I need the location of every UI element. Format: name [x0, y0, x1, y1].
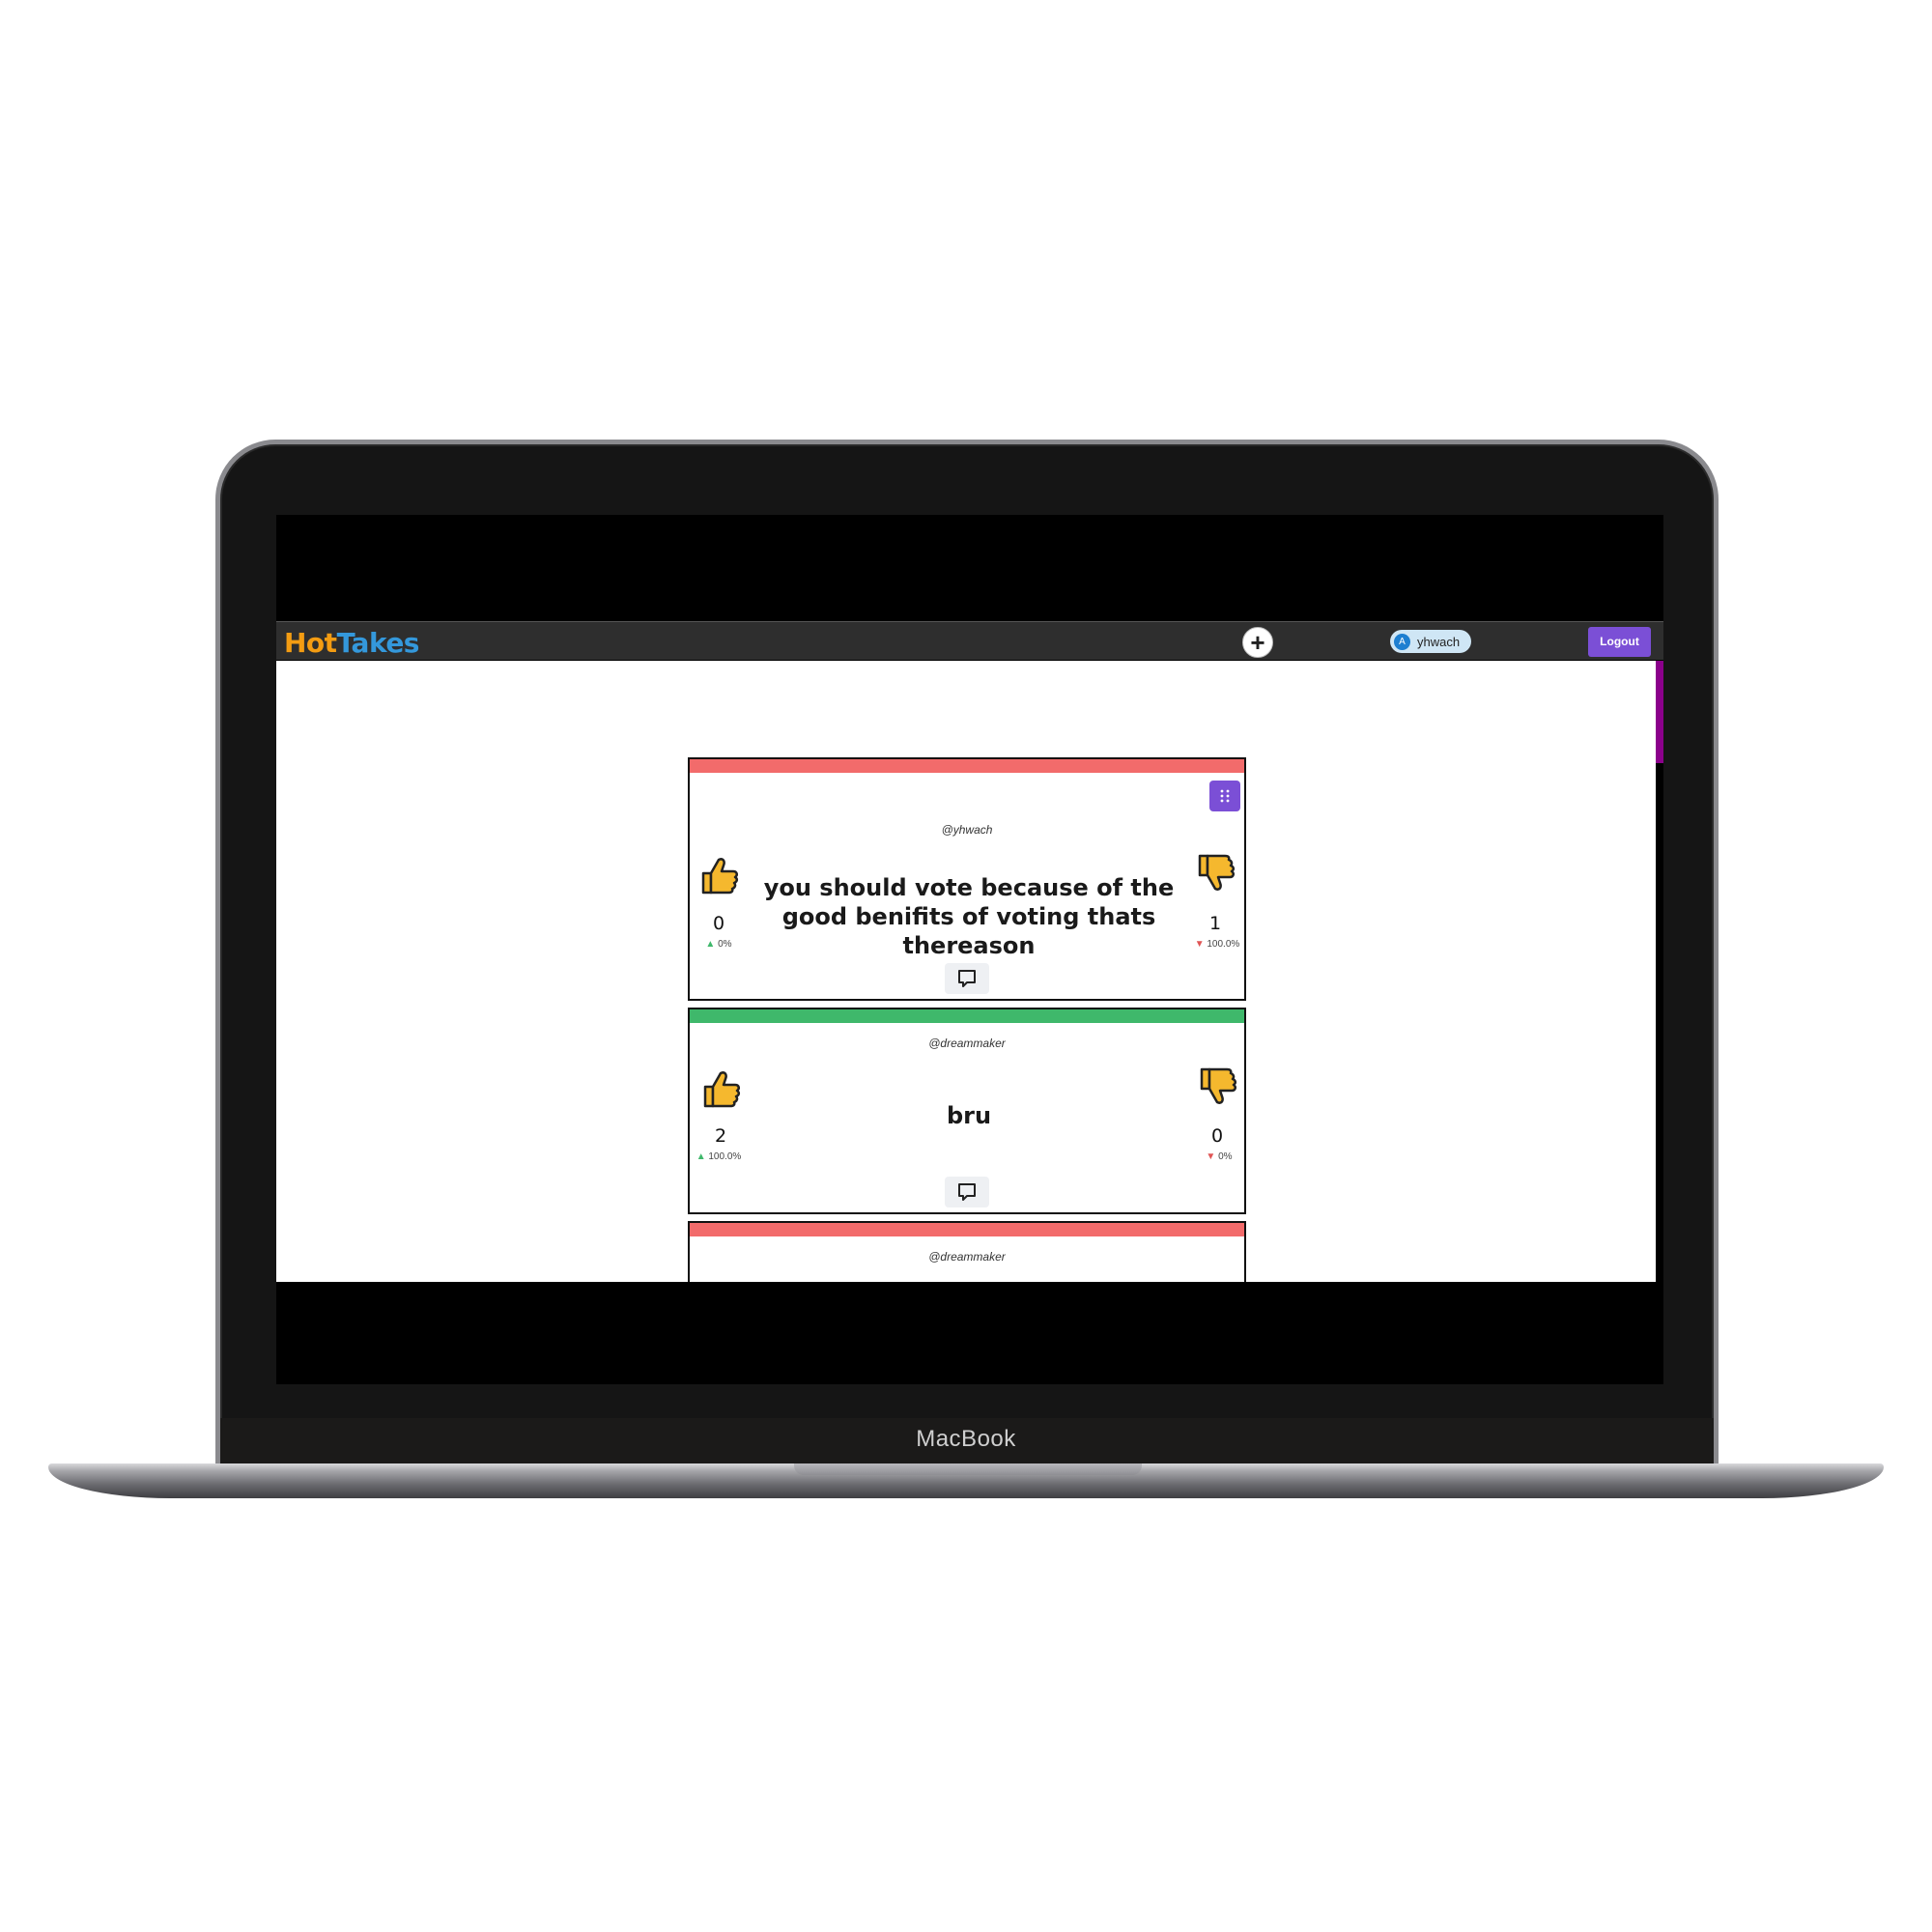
logo-hot: Hot [284, 627, 337, 659]
likes-percent: ▲ 0% [705, 939, 732, 950]
comment-icon [958, 1183, 976, 1201]
laptop-brand-label: MacBook [916, 1426, 1016, 1452]
sentiment-bar [690, 1223, 1244, 1236]
grid-dots-icon [1220, 789, 1230, 803]
takes-feed[interactable]: @yhwach you should vote because of the g… [276, 661, 1656, 1282]
likes-count: 2 [714, 1125, 727, 1147]
take-text: bru [946, 1102, 992, 1129]
sentiment-bar [690, 759, 1244, 773]
card-menu-button[interactable] [1209, 781, 1240, 811]
likes-percent-value: 0% [718, 939, 732, 950]
app-logo[interactable]: HotTakes [284, 627, 419, 659]
comment-button[interactable] [945, 963, 989, 994]
sentiment-bar [690, 1009, 1244, 1023]
scrollbar-thumb[interactable] [1656, 661, 1663, 763]
user-profile-chip[interactable]: A yhwach [1390, 630, 1471, 653]
thumbs-down-icon[interactable] [1196, 1065, 1238, 1108]
take-author[interactable]: @dreammaker [690, 1037, 1244, 1050]
navbar: HotTakes + A yhwach Logout [276, 621, 1663, 660]
take-author[interactable]: @yhwach [690, 823, 1244, 837]
dislikes-percent: ▼ 0% [1206, 1151, 1233, 1162]
thumbs-down-icon[interactable] [1194, 852, 1236, 895]
laptop-notch [794, 1463, 1142, 1475]
dislikes-percent-value: 0% [1218, 1151, 1233, 1162]
plus-icon: + [1250, 628, 1265, 657]
dislikes-count: 0 [1210, 1125, 1224, 1147]
add-take-button[interactable]: + [1242, 627, 1273, 658]
dislikes-count: 1 [1208, 913, 1222, 934]
username-label: yhwach [1417, 634, 1461, 649]
take-card: @dreammaker bru 2 ▲ 100.0% 0 ▼ 0% [688, 1008, 1246, 1214]
logo-takes: Takes [336, 627, 420, 659]
dislikes-percent: ▼ 100.0% [1194, 939, 1240, 950]
avatar: A [1394, 633, 1410, 650]
dislikes-percent-value: 100.0% [1207, 939, 1240, 950]
laptop-screen: HotTakes + A yhwach Logout @yhwach you s… [276, 515, 1663, 1384]
thumbs-up-icon[interactable] [699, 1067, 742, 1110]
take-text: you should vote because of the good beni… [763, 874, 1175, 959]
thumbs-up-icon[interactable] [697, 854, 740, 896]
take-card: @dreammaker [688, 1221, 1246, 1282]
logout-button[interactable]: Logout [1588, 627, 1651, 657]
comment-icon [958, 970, 976, 987]
likes-percent: ▲ 100.0% [696, 1151, 742, 1162]
likes-percent-value: 100.0% [708, 1151, 742, 1162]
take-author[interactable]: @dreammaker [690, 1250, 1244, 1264]
comment-button[interactable] [945, 1177, 989, 1208]
take-card: @yhwach you should vote because of the g… [688, 757, 1246, 1001]
likes-count: 0 [712, 913, 725, 934]
